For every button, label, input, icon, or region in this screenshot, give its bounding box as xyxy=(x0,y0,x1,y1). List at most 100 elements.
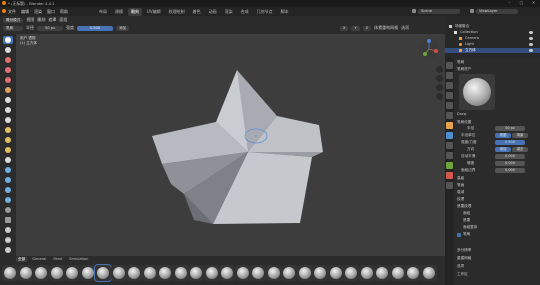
radius-unit-scene-button[interactable]: 场景 xyxy=(512,133,528,138)
tool-scale[interactable] xyxy=(3,246,13,254)
brush-thumbnail[interactable] xyxy=(157,265,173,281)
subsection-face-sets[interactable]: 面组 xyxy=(463,211,470,216)
tool-crease[interactable] xyxy=(3,106,13,114)
render-tab-icon[interactable] xyxy=(446,72,453,79)
strength-field[interactable]: 0.500 xyxy=(77,25,113,31)
tool-fill[interactable] xyxy=(3,136,13,144)
tool-mask[interactable] xyxy=(3,206,13,214)
menu-render[interactable]: 渲染 xyxy=(34,9,42,15)
tool-clay-strips[interactable] xyxy=(3,66,13,74)
menu-file[interactable]: 文件 xyxy=(8,9,16,15)
tool-inflate[interactable] xyxy=(3,86,13,94)
tab-rendering[interactable]: 渲染 xyxy=(222,8,236,16)
brush-thumbnail[interactable] xyxy=(79,265,96,281)
brush-thumbnail[interactable] xyxy=(327,265,344,281)
brush-thumbnail[interactable] xyxy=(203,265,220,281)
outliner-row-camera[interactable]: Camera xyxy=(445,36,540,41)
brush-thumbnail[interactable] xyxy=(420,265,437,281)
texture-tab-icon[interactable] xyxy=(446,182,453,189)
outliner-row-light[interactable]: Light xyxy=(445,42,540,47)
brush-thumbnail[interactable] xyxy=(281,265,297,281)
brush-thumbnail[interactable] xyxy=(141,265,158,281)
perspective-toggle-icon[interactable] xyxy=(436,93,443,100)
tool-snake-hook[interactable] xyxy=(3,176,13,184)
collapsed-falloff[interactable]: 衰减 xyxy=(457,190,464,195)
direction-add-button[interactable]: 添加 xyxy=(495,147,511,152)
shelf-tab-paint[interactable]: Paint xyxy=(51,257,64,262)
face-set-boundary-field[interactable]: 0.000 xyxy=(495,168,525,173)
tab-animation[interactable]: 动画 xyxy=(206,8,220,16)
menu-window[interactable]: 窗口 xyxy=(47,9,55,15)
panel-multires[interactable]: 多分辨率 xyxy=(457,248,471,253)
outliner-row-cube[interactable]: 立方体 xyxy=(445,48,540,53)
brush-selector[interactable]: 笔刷 xyxy=(3,25,23,31)
3d-viewport[interactable]: 用户 透视 (1) 立方体 xyxy=(16,34,445,262)
brush-thumbnail[interactable] xyxy=(2,265,18,281)
tab-modeling[interactable]: 建模 xyxy=(112,8,126,16)
tab-compositing[interactable]: 合成 xyxy=(238,8,252,16)
close-button[interactable]: ✕ xyxy=(529,0,538,6)
brush-thumbnail[interactable] xyxy=(312,265,328,281)
brush-thumbnail[interactable] xyxy=(389,265,406,281)
brush-thumbnail[interactable] xyxy=(188,265,204,281)
tab-shading[interactable]: 着色 xyxy=(190,8,204,16)
section-brush[interactable]: 笔刷 xyxy=(457,60,464,65)
tool-thumb[interactable] xyxy=(3,186,13,194)
tab-uv-editing[interactable]: UV编辑 xyxy=(144,8,164,16)
brush-thumbnail[interactable] xyxy=(110,265,127,281)
remesh-menu[interactable]: 体素重构网格 xyxy=(374,25,398,31)
brush-thumbnail[interactable] xyxy=(265,265,282,281)
tool-scrape[interactable] xyxy=(3,146,13,154)
tab-scripting[interactable]: 脚本 xyxy=(278,8,292,16)
brush-thumbnail[interactable] xyxy=(33,265,49,281)
options-menu[interactable]: 选项 xyxy=(401,25,409,31)
brush-thumbnail[interactable] xyxy=(126,265,142,281)
brush-thumbnail[interactable] xyxy=(17,265,34,281)
brush-thumbnail[interactable] xyxy=(64,265,80,281)
tool-draw-sharp[interactable] xyxy=(3,46,13,54)
physics-tab-icon[interactable] xyxy=(446,142,453,149)
collapsed-advanced[interactable]: 高级 xyxy=(457,176,464,181)
tool-flatten[interactable] xyxy=(3,126,13,134)
brush-thumbnail[interactable] xyxy=(405,265,421,281)
tab-texture-paint[interactable]: 纹理绘制 xyxy=(166,8,188,16)
shelf-tab-general[interactable]: General xyxy=(30,257,48,262)
brush-thumbnail[interactable] xyxy=(94,264,112,282)
tool-draw[interactable] xyxy=(3,36,13,44)
subsection-mask[interactable]: 遮罩 xyxy=(463,218,470,223)
brush-thumbnail[interactable] xyxy=(374,265,390,281)
brush-thumbnail[interactable] xyxy=(358,265,375,281)
autosmooth-field[interactable]: 0.000 xyxy=(495,154,525,159)
tool-smooth[interactable] xyxy=(3,116,13,124)
brush-thumbnail[interactable] xyxy=(172,265,189,281)
outliner-row-scene-collection[interactable]: 场景集合 xyxy=(445,24,540,29)
direction-subtract-button[interactable]: 减去 xyxy=(512,147,528,152)
menu-edit[interactable]: 编辑 xyxy=(21,9,29,15)
navigation-gizmo[interactable] xyxy=(418,38,440,60)
tool-tab-icon[interactable] xyxy=(446,62,453,69)
collapsed-stroke[interactable]: 笔画 xyxy=(457,183,464,188)
panel-remesh[interactable]: 重建网格 xyxy=(457,256,471,261)
panel-options[interactable]: 选项 xyxy=(457,264,464,269)
shelf-tab-simulation[interactable]: Simulation xyxy=(67,257,90,262)
object-tab-icon[interactable] xyxy=(446,122,453,129)
menu-view[interactable]: 视图 xyxy=(26,17,34,23)
checkbox[interactable] xyxy=(457,233,461,237)
collapsed-mask-texture[interactable]: 遮罩纹理 xyxy=(457,204,471,209)
section-brush-settings[interactable]: 笔刷设置 xyxy=(457,120,471,125)
visibility-eye-icon[interactable] xyxy=(529,31,533,34)
strength-field[interactable]: 0.500 xyxy=(495,140,525,145)
modifier-tab-icon[interactable] xyxy=(446,132,453,139)
brush-thumbnail[interactable] xyxy=(219,265,235,281)
data-tab-icon[interactable] xyxy=(446,162,453,169)
sculpt-mesh[interactable] xyxy=(16,34,445,262)
tool-clay[interactable] xyxy=(3,56,13,64)
tool-grab[interactable] xyxy=(3,166,13,174)
tool-pose[interactable] xyxy=(3,196,13,204)
brush-preview[interactable] xyxy=(459,74,495,110)
tool-rotate[interactable] xyxy=(3,236,13,244)
menu-help[interactable]: 帮助 xyxy=(60,9,68,15)
mode-selector[interactable]: 雕刻模式 xyxy=(3,17,24,23)
material-tab-icon[interactable] xyxy=(446,172,453,179)
viewlayer-selector[interactable]: ViewLayer xyxy=(476,9,518,14)
